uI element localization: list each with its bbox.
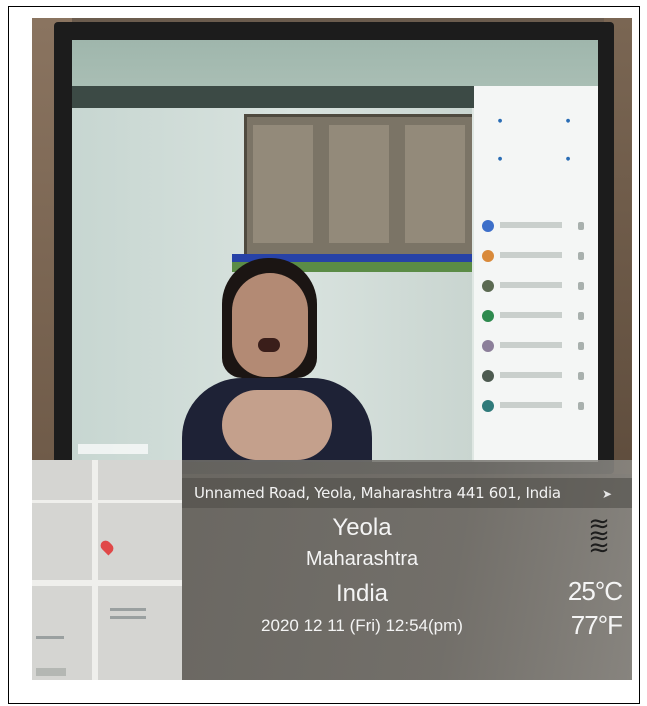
participant-name bbox=[500, 282, 562, 288]
geotag-overlay: Unnamed Road, Yeola, Maharashtra 441 601… bbox=[32, 460, 632, 680]
participant-name bbox=[500, 372, 562, 378]
map-road bbox=[92, 460, 98, 680]
participant-name bbox=[500, 252, 562, 258]
avatar bbox=[482, 370, 494, 382]
avatar bbox=[482, 250, 494, 262]
person-face bbox=[232, 273, 308, 377]
fog-icon: ≈ ≈ ≈ bbox=[588, 509, 610, 563]
participants-panel: ● ● ● ● bbox=[474, 86, 598, 462]
mic-icon bbox=[578, 222, 584, 230]
location-arrow-icon: ➤ bbox=[601, 487, 612, 501]
avatar bbox=[482, 340, 494, 352]
participant-row bbox=[482, 398, 590, 418]
location-map bbox=[32, 460, 182, 680]
background-window bbox=[244, 114, 472, 260]
avatar bbox=[482, 310, 494, 322]
location-info-panel: Unnamed Road, Yeola, Maharashtra 441 601… bbox=[182, 460, 632, 680]
country-name: India bbox=[335, 580, 389, 607]
mic-icon bbox=[578, 372, 584, 380]
participant-name bbox=[500, 342, 562, 348]
map-road bbox=[32, 500, 182, 503]
mic-icon bbox=[578, 342, 584, 350]
temperature-fahrenheit: 77°F bbox=[570, 610, 623, 640]
location-pin-icon bbox=[98, 538, 116, 556]
address-bar: Unnamed Road, Yeola, Maharashtra 441 601… bbox=[182, 478, 632, 508]
mic-icon bbox=[578, 252, 584, 260]
map-logo bbox=[36, 668, 66, 676]
map-label bbox=[110, 608, 146, 611]
address-text: Unnamed Road, Yeola, Maharashtra 441 601… bbox=[194, 484, 561, 502]
monitor-screen: ● ● ● ● bbox=[72, 40, 598, 462]
video-name-tag bbox=[78, 444, 148, 454]
person-hands bbox=[222, 390, 332, 460]
participant-name bbox=[500, 312, 562, 318]
map-road bbox=[32, 580, 182, 586]
map-label bbox=[36, 636, 64, 639]
person-mouth bbox=[258, 338, 280, 352]
participant-row bbox=[482, 308, 590, 328]
window-pane bbox=[253, 125, 313, 243]
map-label bbox=[110, 616, 146, 619]
mute-icon: ● bbox=[497, 156, 503, 162]
video-feed bbox=[72, 108, 472, 462]
state-name: Maharashtra bbox=[305, 548, 419, 570]
avatar bbox=[482, 400, 494, 412]
city-name: Yeola bbox=[332, 514, 392, 541]
avatar bbox=[482, 220, 494, 232]
temperature-celsius: 25°C bbox=[567, 576, 623, 606]
spotlight-icon: ● bbox=[565, 156, 571, 162]
mic-icon bbox=[578, 402, 584, 410]
browser-bar bbox=[72, 40, 598, 86]
participant-name bbox=[500, 402, 562, 408]
window-pane bbox=[329, 125, 389, 243]
window-pane bbox=[405, 125, 465, 243]
participant-row bbox=[482, 218, 590, 238]
mic-icon bbox=[578, 282, 584, 290]
participant-row bbox=[482, 278, 590, 298]
copy-icon: ● bbox=[565, 118, 571, 124]
add-people-icon: ● bbox=[497, 118, 503, 124]
participant-row bbox=[482, 248, 590, 268]
participant-row bbox=[482, 338, 590, 358]
photo: ● ● ● ● Unnamed Road, Yeola, Maharashtra… bbox=[32, 18, 632, 680]
datetime: 2020 12 11 (Fri) 12:54(pm) bbox=[261, 616, 463, 635]
avatar bbox=[482, 280, 494, 292]
participant-name bbox=[500, 222, 562, 228]
mic-icon bbox=[578, 312, 584, 320]
participant-row bbox=[482, 368, 590, 388]
